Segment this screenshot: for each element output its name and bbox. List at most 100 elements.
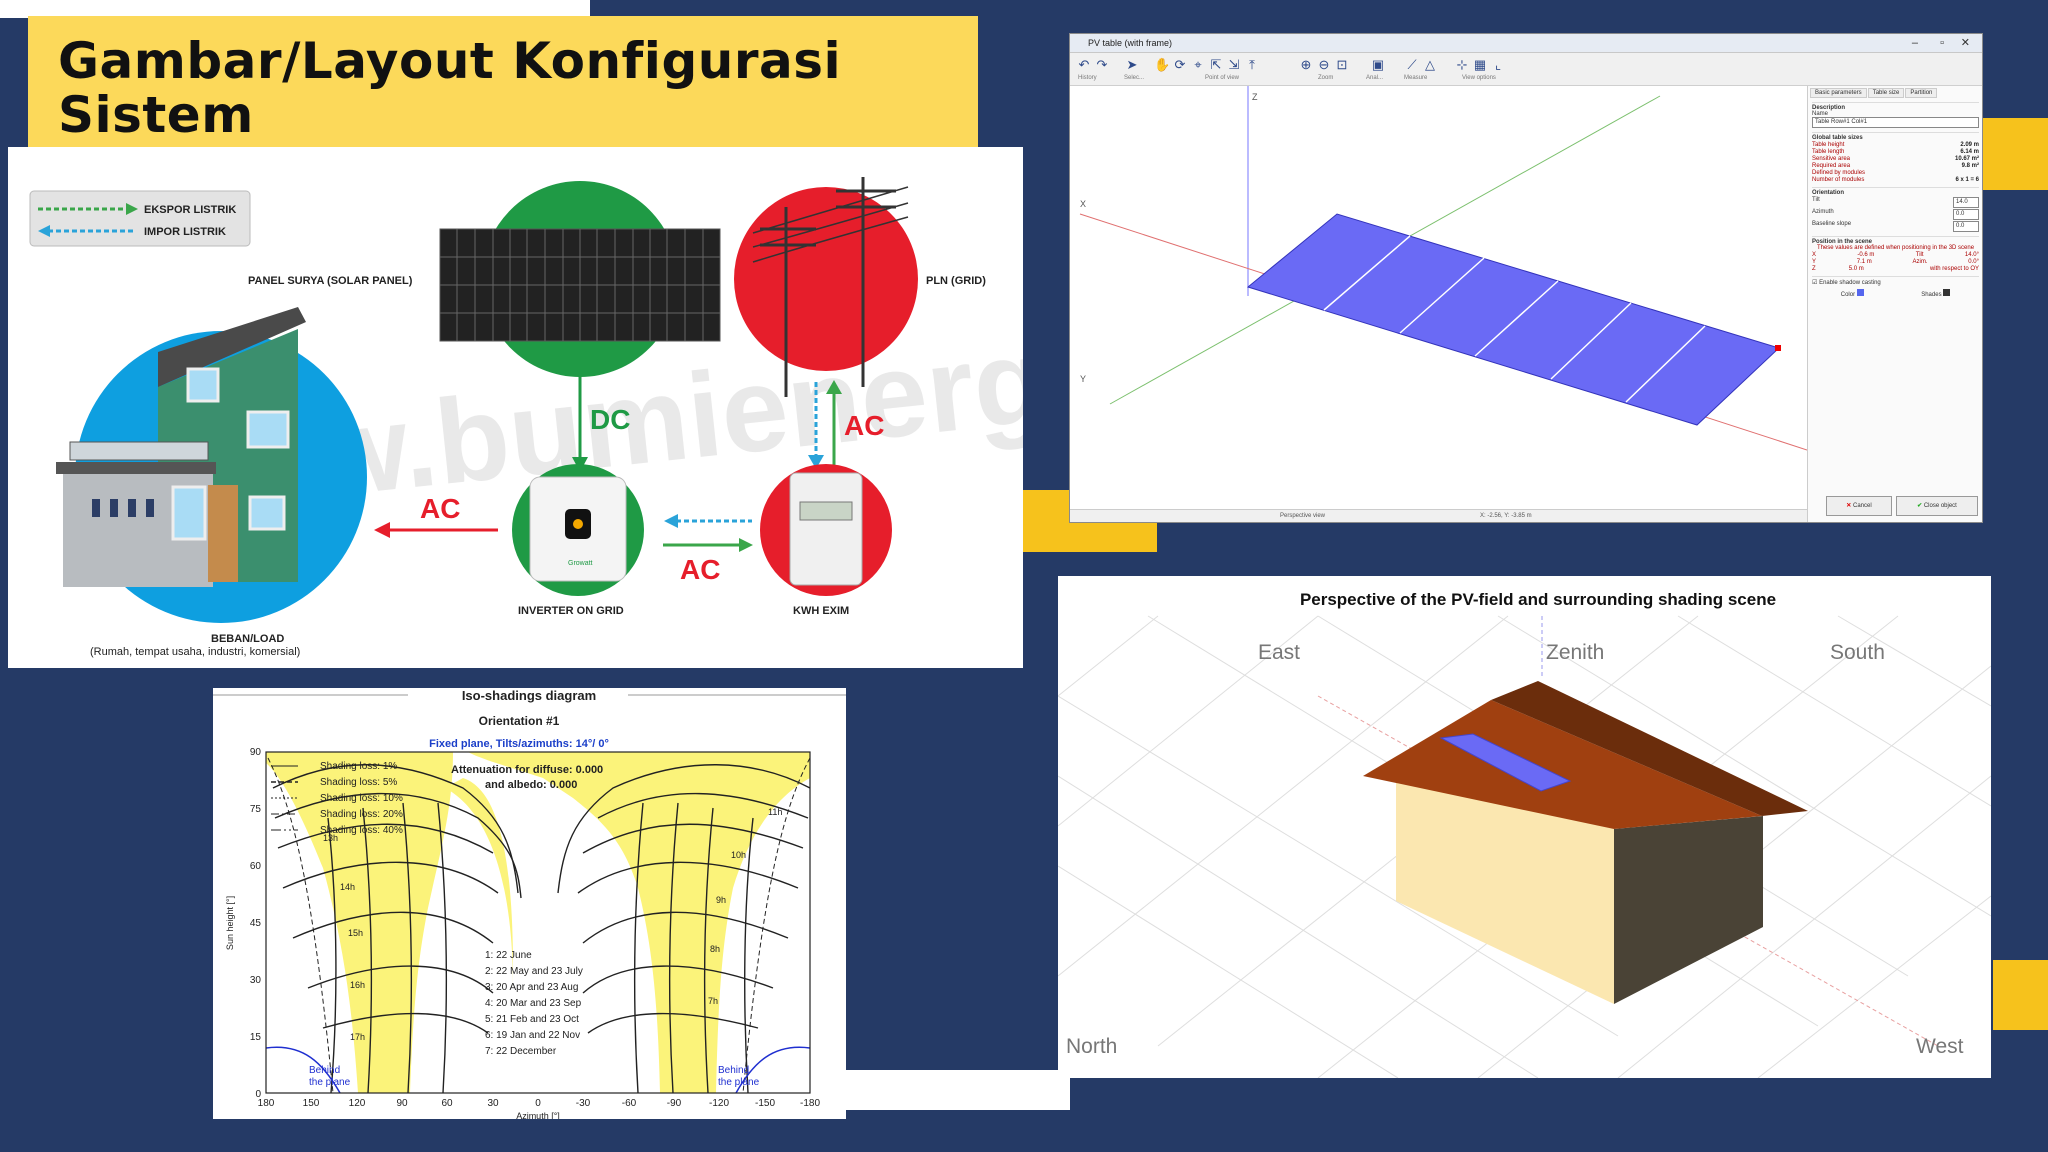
- color-button[interactable]: Color: [1841, 289, 1864, 298]
- size-row: Table length 6.14 m: [1812, 149, 1979, 155]
- date-item: 5: 21 Feb and 23 Oct: [485, 1014, 579, 1025]
- system-diagram-svg: www.bumienergisurya.com EKSPOR LISTRIK I…: [29, 177, 1683, 658]
- cancel-label: Cancel: [1853, 503, 1872, 509]
- check-icon: ✔: [1917, 503, 1923, 509]
- baseline-slope-input[interactable]: 0.0: [1953, 221, 1979, 232]
- inverter-brand: Growatt: [568, 560, 593, 567]
- size-row: Table height 2.09 m: [1812, 142, 1979, 148]
- view-side-icon[interactable]: ⇲: [1226, 57, 1242, 73]
- tab-partition[interactable]: Partition: [1905, 88, 1938, 98]
- pan-icon[interactable]: ✋: [1154, 57, 1170, 73]
- azimuth-input[interactable]: 0.0: [1953, 209, 1979, 220]
- inverter-label: INVERTER ON GRID: [518, 605, 624, 617]
- size-value: 6 x 1 = 6: [1955, 177, 1979, 183]
- ac-grid-label: AC: [844, 410, 884, 441]
- tilt-input[interactable]: 14.0: [1953, 197, 1979, 208]
- zoom-in-icon[interactable]: ⊕: [1298, 57, 1314, 73]
- label-east: East: [1258, 641, 1300, 664]
- properties-panel: Basic parameters Table size Partition Desc…: [1807, 86, 1982, 522]
- measure-line-icon[interactable]: ⟋: [1404, 57, 1420, 73]
- label-north: North: [1066, 1035, 1117, 1058]
- zoom-out-icon[interactable]: ⊖: [1316, 57, 1332, 73]
- position-section: Position in the scene These values are d…: [1812, 236, 1979, 272]
- tab-basic-parameters[interactable]: Basic parameters: [1810, 88, 1867, 98]
- iso-subtitle: Orientation #1: [479, 714, 560, 728]
- close-icon[interactable]: ✕: [1961, 34, 1970, 52]
- y-tick: 90: [250, 747, 262, 758]
- toolbar-label-analysis: Anal...: [1366, 75, 1384, 81]
- meter-import-arrow-icon: [664, 514, 678, 528]
- redo-icon[interactable]: ↷: [1094, 57, 1110, 73]
- attenuation-label: Attenuation for diffuse: 0.000: [451, 764, 603, 776]
- zoom-fit-icon[interactable]: ⊡: [1334, 57, 1350, 73]
- cancel-button[interactable]: ✕ Cancel: [1826, 496, 1892, 516]
- tab-table-size[interactable]: Table size: [1867, 88, 1905, 98]
- size-value: 9.8 m²: [1961, 163, 1979, 169]
- select-icon[interactable]: ➤: [1124, 57, 1140, 73]
- toolbar-label-select: Selec...: [1124, 75, 1145, 81]
- y-ticks: 0 15 30 45 60 75 90: [250, 747, 262, 1100]
- label-south: South: [1830, 641, 1885, 664]
- 3d-viewport[interactable]: Z X Y: [1070, 86, 1807, 510]
- size-label: Table length: [1812, 149, 1845, 155]
- x-tick: 180: [258, 1098, 275, 1109]
- x-tick: 60: [441, 1098, 453, 1109]
- view-icon[interactable]: ⌖: [1190, 57, 1206, 73]
- x-tick: 90: [396, 1098, 408, 1109]
- hour-label: 7h: [708, 996, 718, 1006]
- z-axis-label: Z: [1252, 92, 1258, 102]
- close-object-label: Close object: [1923, 503, 1957, 509]
- x-tick: -60: [622, 1098, 637, 1109]
- white-strip-bottom: [845, 1070, 1070, 1110]
- kwh-meter-icon: [789, 472, 863, 586]
- iso-title: Iso-shadings diagram: [462, 688, 596, 703]
- hour-label: 10h: [731, 850, 746, 860]
- minimize-icon[interactable]: –: [1912, 34, 1918, 52]
- view-top-icon[interactable]: ⤒: [1244, 57, 1260, 73]
- loss-legend-item: Shading loss: 1%: [320, 761, 397, 772]
- undo-icon[interactable]: ↶: [1076, 57, 1092, 73]
- maximize-icon[interactable]: ▫: [1940, 34, 1944, 52]
- ruler-icon[interactable]: ⌞: [1490, 57, 1506, 73]
- ac-load-arrow-icon: [374, 522, 390, 538]
- shadow-checkbox-row[interactable]: ☑ Enable shadow casting: [1812, 279, 1979, 286]
- hour-label: 17h: [350, 1032, 365, 1042]
- date-item: 1: 22 June: [485, 950, 532, 961]
- position-key-value: 14.0°: [1964, 252, 1979, 258]
- window-titlebar: PV table (with frame) – ▫ ✕: [1070, 34, 1982, 53]
- x-tick: -30: [576, 1098, 591, 1109]
- corner-handle-icon[interactable]: [1775, 345, 1781, 351]
- orientation-label: Tilt: [1812, 197, 1820, 203]
- orientation-label: Baseline slope: [1812, 221, 1852, 227]
- loss-legend-item: Shading loss: 10%: [320, 793, 403, 804]
- cancel-icon: ✕: [1846, 503, 1852, 509]
- orientation-row: Tilt 14.0: [1812, 197, 1979, 208]
- toolbar-label-zoom: Zoom: [1318, 75, 1334, 81]
- size-value: 6.14 m: [1960, 149, 1979, 155]
- size-row: Defined by modules: [1812, 170, 1979, 176]
- size-label: Number of modules: [1812, 177, 1865, 183]
- y-axis-title: Sun height [°]: [225, 896, 235, 950]
- name-input[interactable]: Table Row#1 Col#1: [1812, 117, 1979, 128]
- y-axis-label: Y: [1080, 374, 1086, 384]
- close-object-button[interactable]: ✔ Close object: [1896, 496, 1978, 516]
- analysis-icon[interactable]: ▣: [1370, 57, 1386, 73]
- grid-icon[interactable]: ▦: [1472, 57, 1488, 73]
- rotate-icon[interactable]: ⟳: [1172, 57, 1188, 73]
- scene-title: Perspective of the PV-field and surround…: [1300, 590, 1776, 609]
- hour-label: 14h: [340, 882, 355, 892]
- measure-angle-icon[interactable]: △: [1422, 57, 1438, 73]
- position-note: These values are defined when positionin…: [1816, 245, 1975, 251]
- x-axis-title: Azimuth [°]: [516, 1111, 560, 1119]
- view-front-icon[interactable]: ⇱: [1208, 57, 1224, 73]
- axes-icon[interactable]: ⊹: [1454, 57, 1470, 73]
- checkbox-icon[interactable]: ☑: [1812, 280, 1817, 286]
- description-section: Description Name Table Row#1 Col#1: [1812, 102, 1979, 128]
- x-ticks: 180 150 120 90 60 30 0 -30 -60 -90 -120 …: [258, 1098, 821, 1109]
- x-tick: -180: [800, 1098, 820, 1109]
- pv-table-surface[interactable]: [1246, 213, 1780, 426]
- kwh-label: KWH EXIM: [793, 605, 849, 617]
- shades-button[interactable]: Shades: [1921, 289, 1951, 298]
- date-item: 6: 19 Jan and 22 Nov: [485, 1030, 580, 1041]
- orientation-row: Azimuth 0.0: [1812, 209, 1979, 220]
